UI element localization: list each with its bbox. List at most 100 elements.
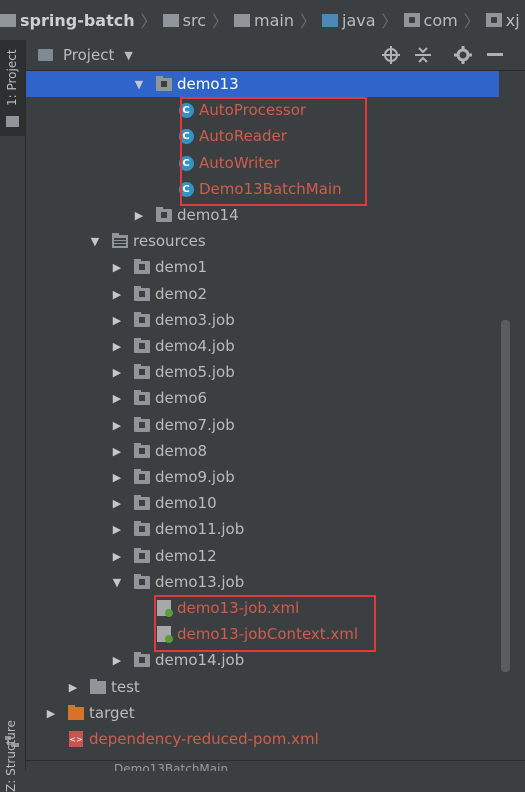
spring-xml-icon [157,626,173,643]
demo10-tree-node[interactable]: ▶ demo10 [26,490,499,516]
demo13-job-xml-tree-node[interactable]: demo13-job.xml [26,595,499,621]
collapsed-arrow-icon[interactable]: ▶ [111,654,123,667]
package-icon [134,258,150,274]
runnable-class-icon: C [178,181,194,197]
breadcrumb-item-xj[interactable]: xj [485,0,520,40]
package-icon [156,206,172,222]
collapsed-arrow-icon[interactable]: ▶ [111,497,123,510]
collapsed-arrow-icon[interactable]: ▶ [111,366,123,379]
package-icon-wrapper [155,206,173,223]
demo1-tree-node[interactable]: ▶ demo1 [26,254,499,280]
collapsed-arrow-icon[interactable]: ▶ [111,314,123,327]
folder-icon [90,678,106,694]
expanded-arrow-icon[interactable]: ▼ [89,235,101,248]
status-bar: Demo13BatchMain [26,760,525,771]
tree-node-label: demo12 [155,547,217,565]
hide-icon[interactable] [482,40,508,70]
demo6-tree-node[interactable]: ▶ demo6 [26,385,499,411]
package-icon [134,389,150,405]
tree-node-label: demo5.job [155,363,235,381]
demo13-tree-node[interactable]: ▼ demo13 [26,71,499,97]
package-icon [134,311,150,327]
expanded-arrow-icon[interactable]: ▼ [111,576,123,589]
autowriter-tree-node[interactable]: C AutoWriter [26,150,499,176]
collapse-icon[interactable] [410,40,436,70]
xml-file-icon-wrapper: <> [67,731,85,747]
spring-xml-icon-wrapper [155,626,173,643]
vertical-scrollbar[interactable] [501,320,510,672]
collapsed-arrow-icon[interactable]: ▶ [111,445,123,458]
tree-node-label: demo4.job [155,337,235,355]
class-icon-wrapper: C [177,155,195,171]
demo13-jobcontext-xml-tree-node[interactable]: demo13-jobContext.xml [26,621,499,647]
demo14-tree-node[interactable]: ▶ demo14 [26,202,499,228]
demo13batchmain-tree-node[interactable]: C Demo13BatchMain [26,176,499,202]
project-view-selector[interactable]: Project [63,46,114,64]
demo8-tree-node[interactable]: ▶ demo8 [26,438,499,464]
demo4-job-tree-node[interactable]: ▶ demo4.job [26,333,499,359]
project-tree: ▼ demo13 C AutoProcessor C AutoReader C AutoWri… [26,71,499,761]
autoprocessor-tree-node[interactable]: C AutoProcessor [26,97,499,123]
expanded-arrow-icon[interactable]: ▼ [133,78,145,91]
target-tree-node[interactable]: ▶ target [26,700,499,726]
demo13-job-tree-node[interactable]: ▼ demo13.job [26,569,499,595]
tree-node-label: demo9.job [155,468,235,486]
tree-node-label: demo14.job [155,651,245,669]
package-icon-wrapper [133,337,151,354]
gear-icon[interactable] [450,40,476,70]
class-icon: C [178,128,194,144]
test-tree-node[interactable]: ▶ test [26,674,499,700]
package-icon [134,573,150,589]
xml-file-icon: <> [69,731,83,747]
collapsed-arrow-icon[interactable]: ▶ [111,392,123,405]
breadcrumb-item-main[interactable]: main [234,0,294,40]
folder-icon [234,13,250,27]
chevron-right-icon: 〉 [381,12,398,31]
tree-node-label: demo3.job [155,311,235,329]
demo12-tree-node[interactable]: ▶ demo12 [26,543,499,569]
source-folder-icon [322,13,338,27]
collapsed-arrow-icon[interactable]: ▶ [111,419,123,432]
demo3-job-tree-node[interactable]: ▶ demo3.job [26,307,499,333]
tree-node-label: AutoProcessor [199,101,307,119]
package-icon-wrapper [133,389,151,406]
breadcrumb-item-spring-batch[interactable]: spring-batch [0,0,135,40]
breadcrumb-item-java[interactable]: java [322,0,376,40]
collapsed-arrow-icon[interactable]: ▶ [111,288,123,301]
tree-node-label: AutoWriter [199,154,280,172]
collapsed-arrow-icon[interactable]: ▶ [111,340,123,353]
collapsed-arrow-icon[interactable]: ▶ [111,523,123,536]
breadcrumb-label: src [182,10,206,30]
demo7-job-tree-node[interactable]: ▶ demo7.job [26,412,499,438]
spring-xml-icon-wrapper [155,600,173,617]
chevron-down-icon[interactable]: ▼ [124,49,132,62]
collapsed-arrow-icon[interactable]: ▶ [133,209,145,222]
breadcrumb-item-src[interactable]: src [162,0,206,40]
locate-icon[interactable] [378,40,404,70]
dependency-reduced-pom-xml-tree-node[interactable]: <> dependency-reduced-pom.xml [26,726,499,752]
autoreader-tree-node[interactable]: C AutoReader [26,123,499,149]
demo14-job-tree-node[interactable]: ▶ demo14.job [26,647,499,673]
demo5-job-tree-node[interactable]: ▶ demo5.job [26,359,499,385]
project-tool-window-button[interactable]: 1: Project [0,40,25,136]
collapsed-arrow-icon[interactable]: ▶ [111,261,123,274]
package-icon [134,520,150,536]
breadcrumb-label: spring-batch [20,10,135,30]
package-icon [134,337,150,353]
tree-node-label: demo6 [155,389,208,407]
package-icon [134,285,150,301]
tree-node-label: demo10 [155,494,217,512]
collapsed-arrow-icon[interactable]: ▶ [111,471,123,484]
resources-tree-node[interactable]: ▼ resources [26,228,499,254]
class-icon-wrapper: C [177,102,195,118]
collapsed-arrow-icon[interactable]: ▶ [67,681,79,694]
package-icon [134,494,150,510]
collapsed-arrow-icon[interactable]: ▶ [45,707,57,720]
demo9-job-tree-node[interactable]: ▶ demo9.job [26,464,499,490]
breadcrumb-item-com[interactable]: com [403,0,458,40]
demo11-job-tree-node[interactable]: ▶ demo11.job [26,516,499,542]
folder-icon [6,116,19,127]
demo2-tree-node[interactable]: ▶ demo2 [26,281,499,307]
package-icon [134,651,150,667]
collapsed-arrow-icon[interactable]: ▶ [111,550,123,563]
